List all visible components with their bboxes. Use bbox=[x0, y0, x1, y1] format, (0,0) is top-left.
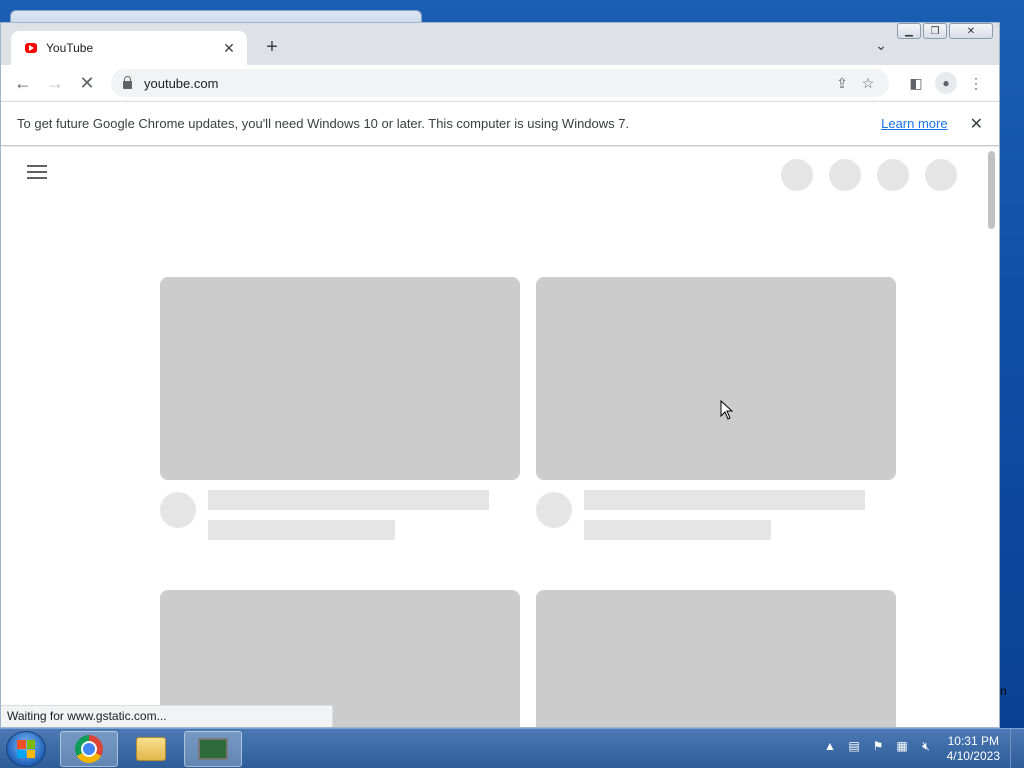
header-placeholders bbox=[781, 159, 957, 191]
video-thumbnail-placeholder bbox=[160, 277, 520, 480]
youtube-page-skeleton bbox=[1, 147, 985, 727]
channel-avatar-placeholder bbox=[536, 492, 572, 528]
windows-logo-icon bbox=[17, 740, 35, 758]
video-thumbnail-placeholder bbox=[536, 590, 896, 727]
show-desktop-button[interactable] bbox=[1010, 729, 1024, 768]
header-placeholder-circle bbox=[877, 159, 909, 191]
tray-app-icon[interactable]: ▤ bbox=[846, 739, 862, 755]
tab-youtube[interactable]: YouTube ✕ bbox=[11, 31, 247, 65]
tab-title: YouTube bbox=[46, 41, 94, 55]
action-center-flag-icon[interactable]: ⚑ bbox=[870, 739, 886, 755]
status-bubble: Waiting for www.gstatic.com... bbox=[1, 705, 333, 727]
folder-icon bbox=[136, 737, 166, 761]
tab-strip: YouTube ✕ + ⌄ ▁ ❐ ✕ bbox=[1, 23, 999, 65]
clock-time: 10:31 PM bbox=[947, 734, 999, 748]
minimize-button[interactable]: ▁ bbox=[897, 23, 921, 39]
subtitle-line-placeholder bbox=[584, 520, 771, 540]
scrollbar-thumb[interactable] bbox=[988, 151, 995, 229]
tab-search-chevron-icon[interactable]: ⌄ bbox=[871, 37, 891, 57]
toolbar-actions: ◧ ● ⋮ bbox=[903, 69, 989, 97]
update-infobar: To get future Google Chrome updates, you… bbox=[1, 101, 999, 146]
lock-icon[interactable] bbox=[123, 76, 132, 89]
subtitle-line-placeholder bbox=[208, 520, 395, 540]
hamburger-menu-icon[interactable] bbox=[27, 165, 47, 179]
browser-toolbar: ← → ✕ youtube.com ⇪ ☆ ◧ ● ⋮ bbox=[1, 65, 999, 101]
desktop-icon-label-fragment: n bbox=[1000, 684, 1007, 698]
stop-loading-icon[interactable]: ✕ bbox=[71, 67, 103, 99]
taskbar-clock[interactable]: 10:31 PM 4/10/2023 bbox=[947, 734, 1000, 764]
header-placeholder-circle bbox=[925, 159, 957, 191]
title-line-placeholder bbox=[584, 490, 865, 510]
share-icon[interactable]: ⇪ bbox=[829, 75, 855, 92]
bookmark-star-icon[interactable]: ☆ bbox=[855, 75, 881, 92]
menu-kebab-icon[interactable]: ⋮ bbox=[963, 69, 989, 97]
mouse-cursor-icon bbox=[720, 400, 734, 420]
header-placeholder-circle bbox=[829, 159, 861, 191]
restore-button[interactable]: ❐ bbox=[923, 23, 947, 39]
windows-taskbar: ▲ ▤ ⚑ ▦ 🔇︎ 10:31 PM 4/10/2023 bbox=[0, 728, 1024, 768]
page-scrollbar[interactable] bbox=[985, 147, 999, 727]
chrome-window: YouTube ✕ + ⌄ ▁ ❐ ✕ ← → ✕ youtube.com ⇪ … bbox=[0, 22, 1000, 728]
taskbar-chrome-button[interactable] bbox=[60, 731, 118, 767]
system-tray: ▲ ▤ ⚑ ▦ 🔇︎ bbox=[822, 739, 934, 755]
side-panel-icon[interactable]: ◧ bbox=[903, 69, 929, 97]
start-button[interactable] bbox=[6, 731, 46, 767]
volume-muted-icon[interactable]: 🔇︎ bbox=[918, 739, 934, 755]
infobar-close-icon[interactable]: ✕ bbox=[970, 114, 983, 134]
address-bar[interactable]: youtube.com ⇪ ☆ bbox=[111, 69, 889, 97]
url-text[interactable]: youtube.com bbox=[144, 76, 829, 91]
network-icon[interactable]: ▦ bbox=[894, 739, 910, 755]
youtube-favicon-icon bbox=[25, 43, 37, 53]
infobar-message: To get future Google Chrome updates, you… bbox=[17, 116, 630, 131]
new-tab-button[interactable]: + bbox=[261, 37, 283, 59]
monitor-icon bbox=[198, 738, 228, 760]
channel-avatar-placeholder bbox=[160, 492, 196, 528]
chrome-icon bbox=[75, 735, 103, 763]
taskbar-monitor-button[interactable] bbox=[184, 731, 242, 767]
back-arrow-icon[interactable]: ← bbox=[7, 67, 39, 99]
show-hidden-icons-arrow-icon[interactable]: ▲ bbox=[822, 739, 838, 755]
header-placeholder-circle bbox=[781, 159, 813, 191]
title-line-placeholder bbox=[208, 490, 489, 510]
tab-close-icon[interactable]: ✕ bbox=[221, 40, 237, 57]
profile-avatar-icon[interactable]: ● bbox=[935, 72, 957, 94]
clock-date: 4/10/2023 bbox=[946, 749, 1000, 763]
window-controls: ▁ ❐ ✕ bbox=[897, 23, 993, 39]
forward-arrow-icon[interactable]: → bbox=[39, 67, 71, 99]
taskbar-explorer-button[interactable] bbox=[122, 731, 180, 767]
learn-more-link[interactable]: Learn more bbox=[881, 116, 947, 131]
video-thumbnail-placeholder bbox=[536, 277, 896, 480]
close-window-button[interactable]: ✕ bbox=[949, 23, 993, 39]
